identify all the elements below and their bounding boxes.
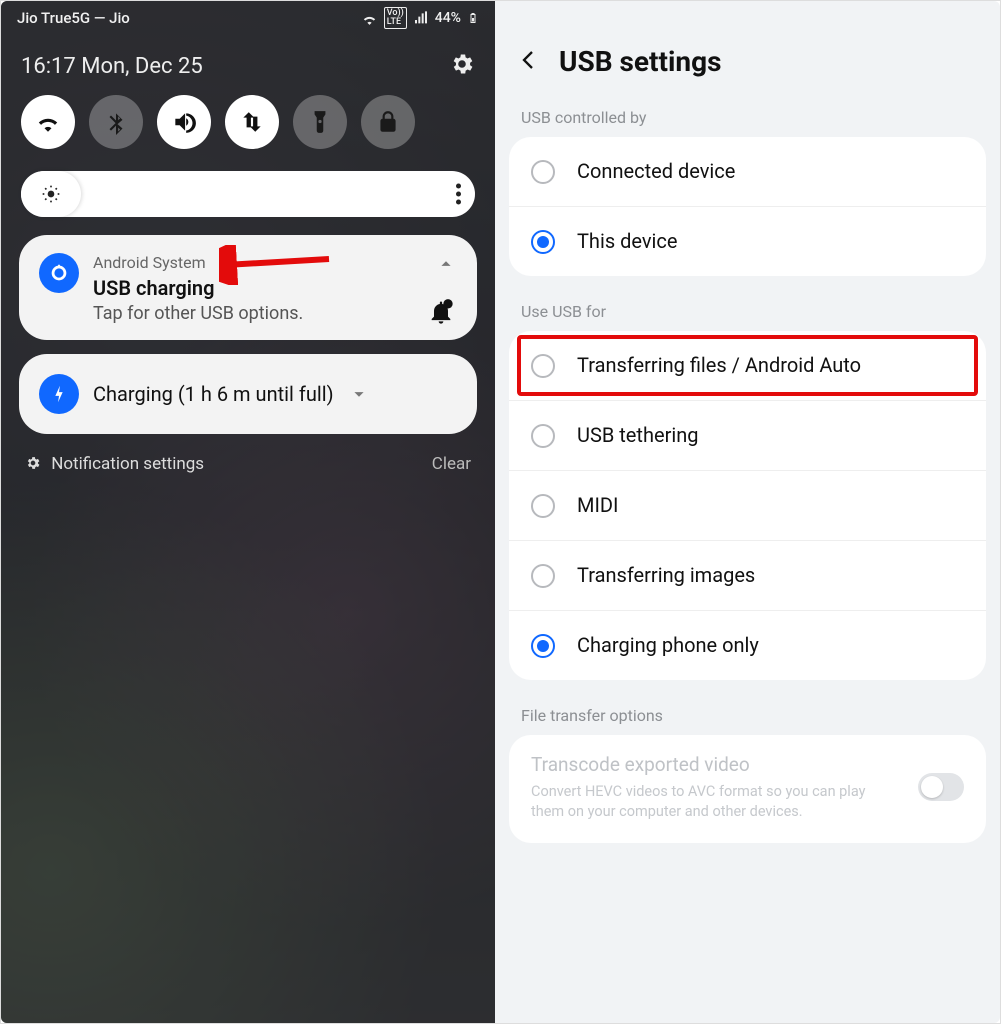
data-swap-icon: [239, 109, 265, 135]
flashlight-icon: [307, 109, 333, 135]
radio-transfer-files[interactable]: Transferring files / Android Auto: [509, 331, 986, 401]
toggle-title: Transcode exported video: [531, 753, 902, 776]
charging-icon: [39, 374, 79, 414]
toggle-transcode[interactable]: Transcode exported video Convert HEVC vi…: [509, 735, 986, 843]
radio-charging-only[interactable]: Charging phone only: [509, 611, 986, 680]
radio-label: Transferring images: [577, 563, 964, 588]
radio-icon: [531, 230, 555, 254]
battery-pct: 44%: [435, 10, 461, 26]
charging-text: Charging (1 h 6 m until full): [93, 382, 334, 406]
section-usb-controlled-by: USB controlled by: [495, 104, 1000, 137]
wifi-icon: [35, 109, 61, 135]
group-file-transfer-options: Transcode exported video Convert HEVC vi…: [509, 735, 986, 843]
notification-subtitle: Tap for other USB options.: [93, 303, 421, 324]
notification-settings-link[interactable]: Notification settings: [25, 454, 204, 474]
notification-shade: Jio True5G — Jio Vo))LTE 44% 16:17 Mon, …: [1, 1, 495, 1023]
date-time-label: 16:17 Mon, Dec 25: [21, 54, 203, 79]
tile-data[interactable]: [225, 95, 279, 149]
notification-charging[interactable]: Charging (1 h 6 m until full): [19, 354, 477, 434]
clear-link[interactable]: Clear: [432, 454, 471, 474]
group-use-usb-for: Transferring files / Android Auto USB te…: [509, 331, 986, 680]
chevron-up-icon[interactable]: [435, 253, 457, 275]
radio-icon: [531, 634, 555, 658]
settings-header: USB settings: [495, 1, 1000, 104]
radio-label: Transferring files / Android Auto: [577, 353, 964, 378]
section-use-usb-for: Use USB for: [495, 298, 1000, 331]
brightness-icon: [41, 184, 61, 204]
wifi-icon: [361, 10, 378, 27]
radio-icon: [531, 354, 555, 378]
radio-icon: [531, 494, 555, 518]
volume-icon: [171, 109, 197, 135]
chevron-down-icon[interactable]: [348, 383, 370, 405]
radio-label: USB tethering: [577, 423, 964, 448]
notification-title: USB charging: [93, 276, 421, 300]
tile-torch[interactable]: [293, 95, 347, 149]
tile-wifi[interactable]: [21, 95, 75, 149]
chevron-left-icon: [517, 48, 541, 72]
notification-source: Android System: [93, 253, 421, 272]
brightness-thumb[interactable]: [21, 171, 81, 217]
gear-icon: [449, 51, 475, 77]
radio-label: MIDI: [577, 493, 964, 518]
volte-icon: Vo))LTE: [384, 7, 407, 29]
section-file-transfer-options: File transfer options: [495, 702, 1000, 735]
carrier-label: Jio True5G — Jio: [17, 9, 130, 27]
radio-midi[interactable]: MIDI: [509, 471, 986, 541]
bluetooth-icon: [103, 109, 129, 135]
tile-sound[interactable]: [157, 95, 211, 149]
status-bar: Jio True5G — Jio Vo))LTE 44%: [1, 1, 495, 33]
radio-icon: [531, 160, 555, 184]
rotation-lock-icon: [375, 109, 401, 135]
tile-bluetooth[interactable]: [89, 95, 143, 149]
toggle-desc: Convert HEVC videos to AVC format so you…: [531, 782, 902, 821]
tile-rotation[interactable]: [361, 95, 415, 149]
notification-usb[interactable]: Android System USB charging Tap for othe…: [19, 235, 477, 340]
switch-off[interactable]: [918, 773, 964, 801]
radio-usb-tethering[interactable]: USB tethering: [509, 401, 986, 471]
gear-icon: [25, 455, 41, 471]
radio-label: Connected device: [577, 159, 964, 184]
qs-header: 16:17 Mon, Dec 25: [1, 33, 495, 95]
quick-settings-tiles: [1, 95, 495, 163]
page-title: USB settings: [559, 45, 721, 78]
status-icons: Vo))LTE 44%: [361, 7, 479, 29]
shade-footer: Notification settings Clear: [1, 448, 495, 480]
usb-settings-screen: USB settings USB controlled by Connected…: [495, 1, 1000, 1023]
back-button[interactable]: [517, 48, 541, 76]
bell-icon[interactable]: [427, 298, 455, 326]
radio-label: This device: [577, 229, 964, 254]
settings-button[interactable]: [449, 51, 475, 81]
radio-label: Charging phone only: [577, 633, 964, 658]
battery-icon: [467, 10, 479, 26]
radio-transfer-images[interactable]: Transferring images: [509, 541, 986, 611]
radio-connected-device[interactable]: Connected device: [509, 137, 986, 207]
brightness-menu[interactable]: [456, 184, 461, 205]
signal-icon: [413, 10, 429, 26]
android-system-icon: [39, 253, 79, 293]
brightness-slider[interactable]: [21, 171, 475, 217]
radio-icon: [531, 564, 555, 588]
radio-this-device[interactable]: This device: [509, 207, 986, 276]
group-controlled-by: Connected device This device: [509, 137, 986, 276]
radio-icon: [531, 424, 555, 448]
